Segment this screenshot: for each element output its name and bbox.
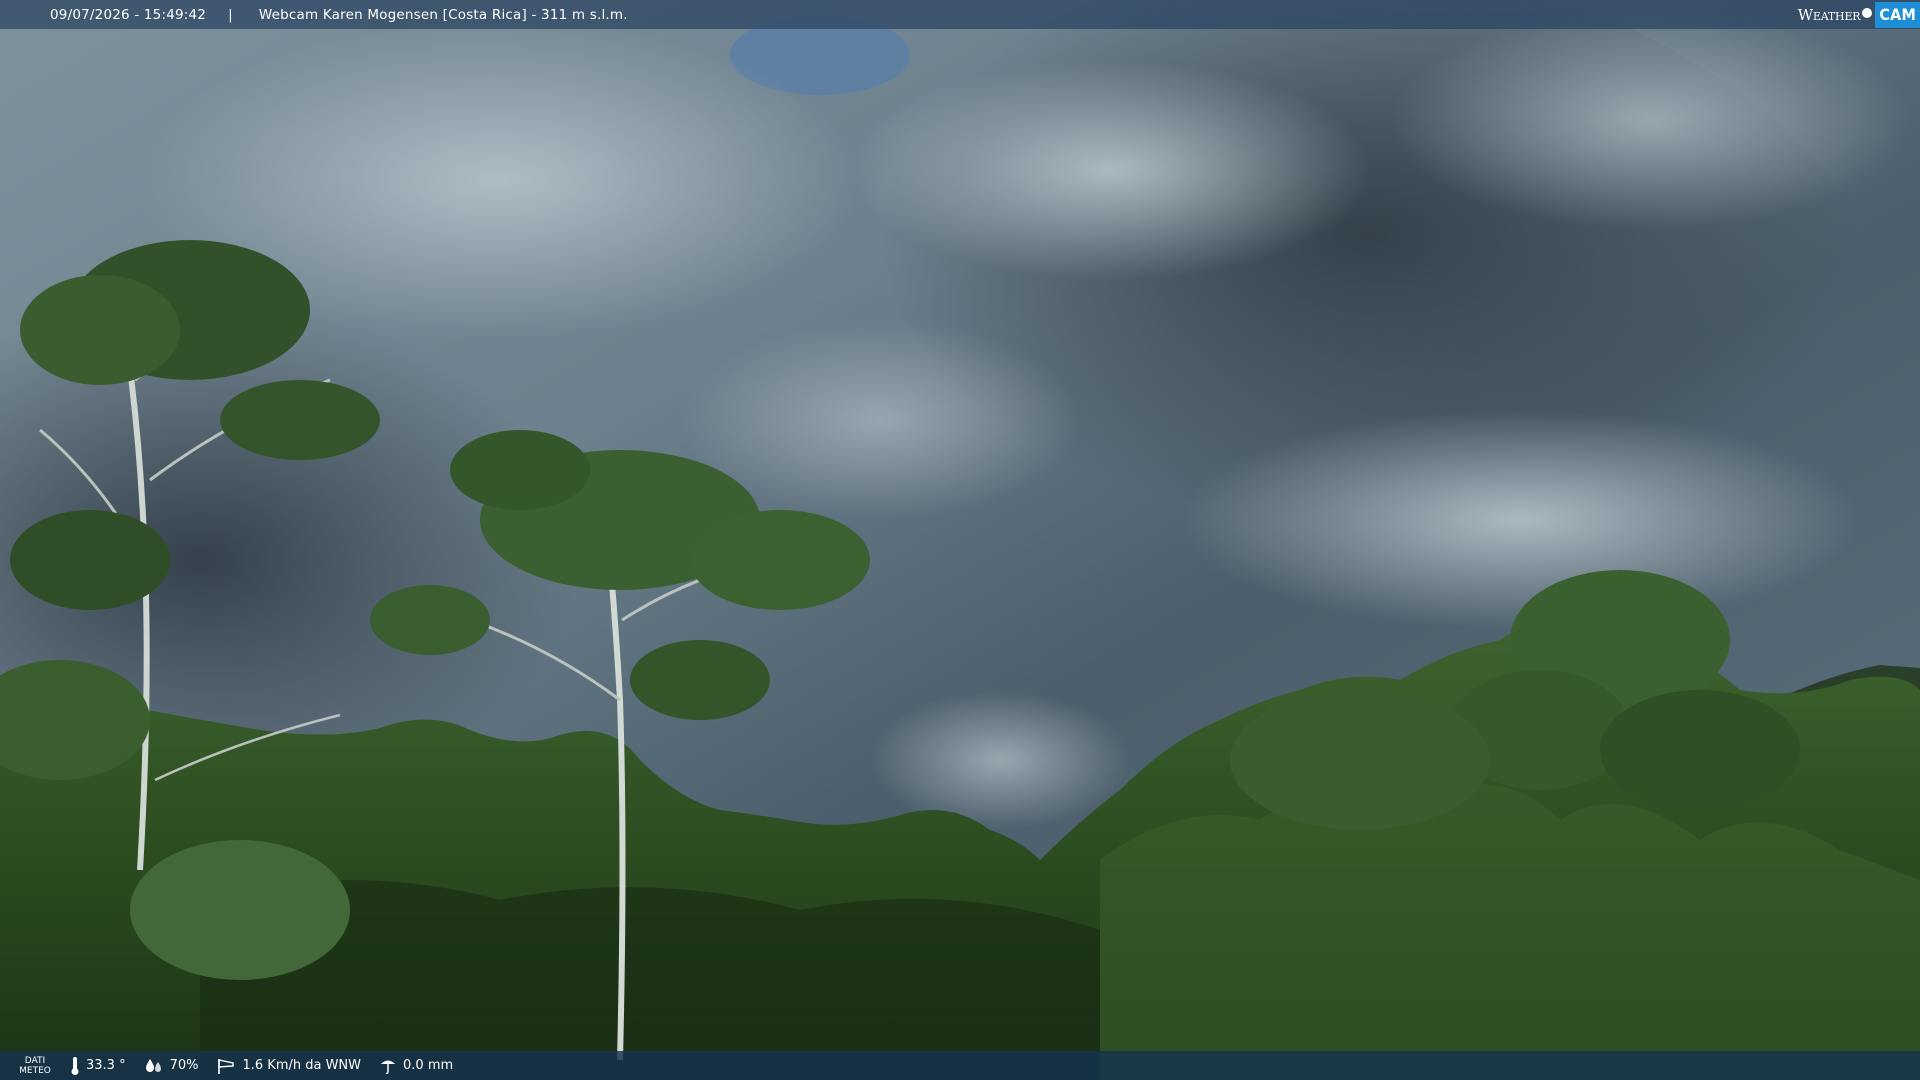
light-cloud-3 [1390,10,1910,230]
temperature-reading: 33.3 ° [70,1056,126,1076]
temperature-value: 33.3 ° [86,1058,126,1073]
weather-data-label-line1: DATI [24,1055,46,1066]
humidity-reading: 70% [144,1057,199,1075]
weather-data-bar: DATI METEO 33.3 ° 70% 1.6 Km/h da WNW 0.… [0,1051,1920,1080]
webcam-scene [0,0,1920,1080]
rain-value: 0.0 mm [403,1058,454,1073]
logo-cam-text: CAM [1875,1,1920,28]
light-cloud-2 [850,60,1370,280]
wind-windsock-icon [218,1058,235,1074]
capture-datetime: 09/07/2026 - 15:49:42 [50,6,207,23]
weather-data-label: DATI METEO [0,1056,70,1076]
wind-reading: 1.6 Km/h da WNW [216,1057,361,1075]
webcam-title: Webcam Karen Mogensen [Costa Rica] - 311… [258,6,628,23]
webcam-header-bar: 09/07/2026 - 15:49:42 | Webcam Karen Mog… [0,0,1920,29]
light-cloud-4 [1180,410,1860,630]
header-separator: | [228,6,233,23]
light-cloud-6 [870,690,1130,830]
logo-weather-text: Weather [1797,5,1861,24]
wind-value: 1.6 Km/h da WNW [242,1058,362,1073]
weather-data-label-line2: METEO [19,1065,51,1076]
thermometer-icon [71,1056,79,1075]
humidity-drops-icon [145,1058,161,1072]
rain-reading: 0.0 mm [379,1057,453,1075]
logo-dot-icon [1862,7,1873,18]
rain-gauge-icon [381,1060,396,1074]
humidity-value: 70% [169,1058,199,1073]
weathercam-logo[interactable]: Weather CAM [1798,0,1920,29]
